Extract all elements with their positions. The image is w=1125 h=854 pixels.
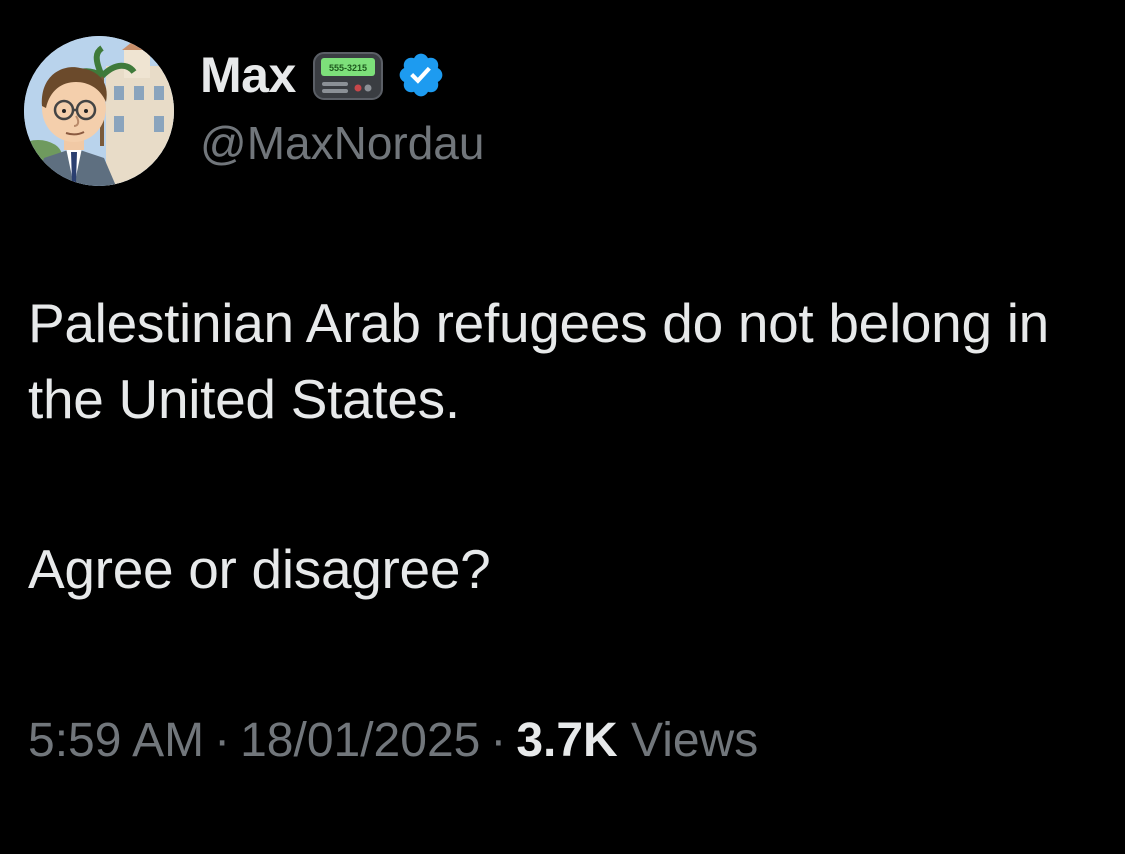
tweet-time[interactable]: 5:59 AM — [28, 714, 204, 767]
avatar-image — [24, 36, 174, 186]
views-count[interactable]: 3.7K — [516, 714, 617, 767]
display-name[interactable]: Max — [200, 50, 296, 100]
avatar[interactable] — [24, 36, 174, 186]
pager-icon: 555-3215 — [312, 47, 384, 103]
verified-icon[interactable] — [396, 50, 446, 100]
tweet-text-line: Palestinian Arab refugees do not belong … — [28, 292, 1049, 430]
author-name-row: Max 555-3215 — [200, 44, 446, 106]
tweet-text-line: Agree or disagree? — [28, 538, 491, 600]
author-handle[interactable]: @MaxNordau — [200, 118, 484, 169]
views-label: Views — [631, 714, 759, 767]
meta-separator: · — [214, 714, 231, 767]
pager-number: 555-3215 — [329, 63, 367, 73]
tweet-meta: 5:59 AM · 18/01/2025 · 3.7K Views — [28, 712, 758, 770]
meta-separator: · — [490, 714, 507, 767]
tweet-card: Max 555-3215 @MaxNordau Palestinian Arab… — [0, 0, 1125, 854]
tweet-date[interactable]: 18/01/2025 — [240, 714, 480, 767]
tweet-body: Palestinian Arab refugees do not belong … — [28, 285, 1088, 607]
